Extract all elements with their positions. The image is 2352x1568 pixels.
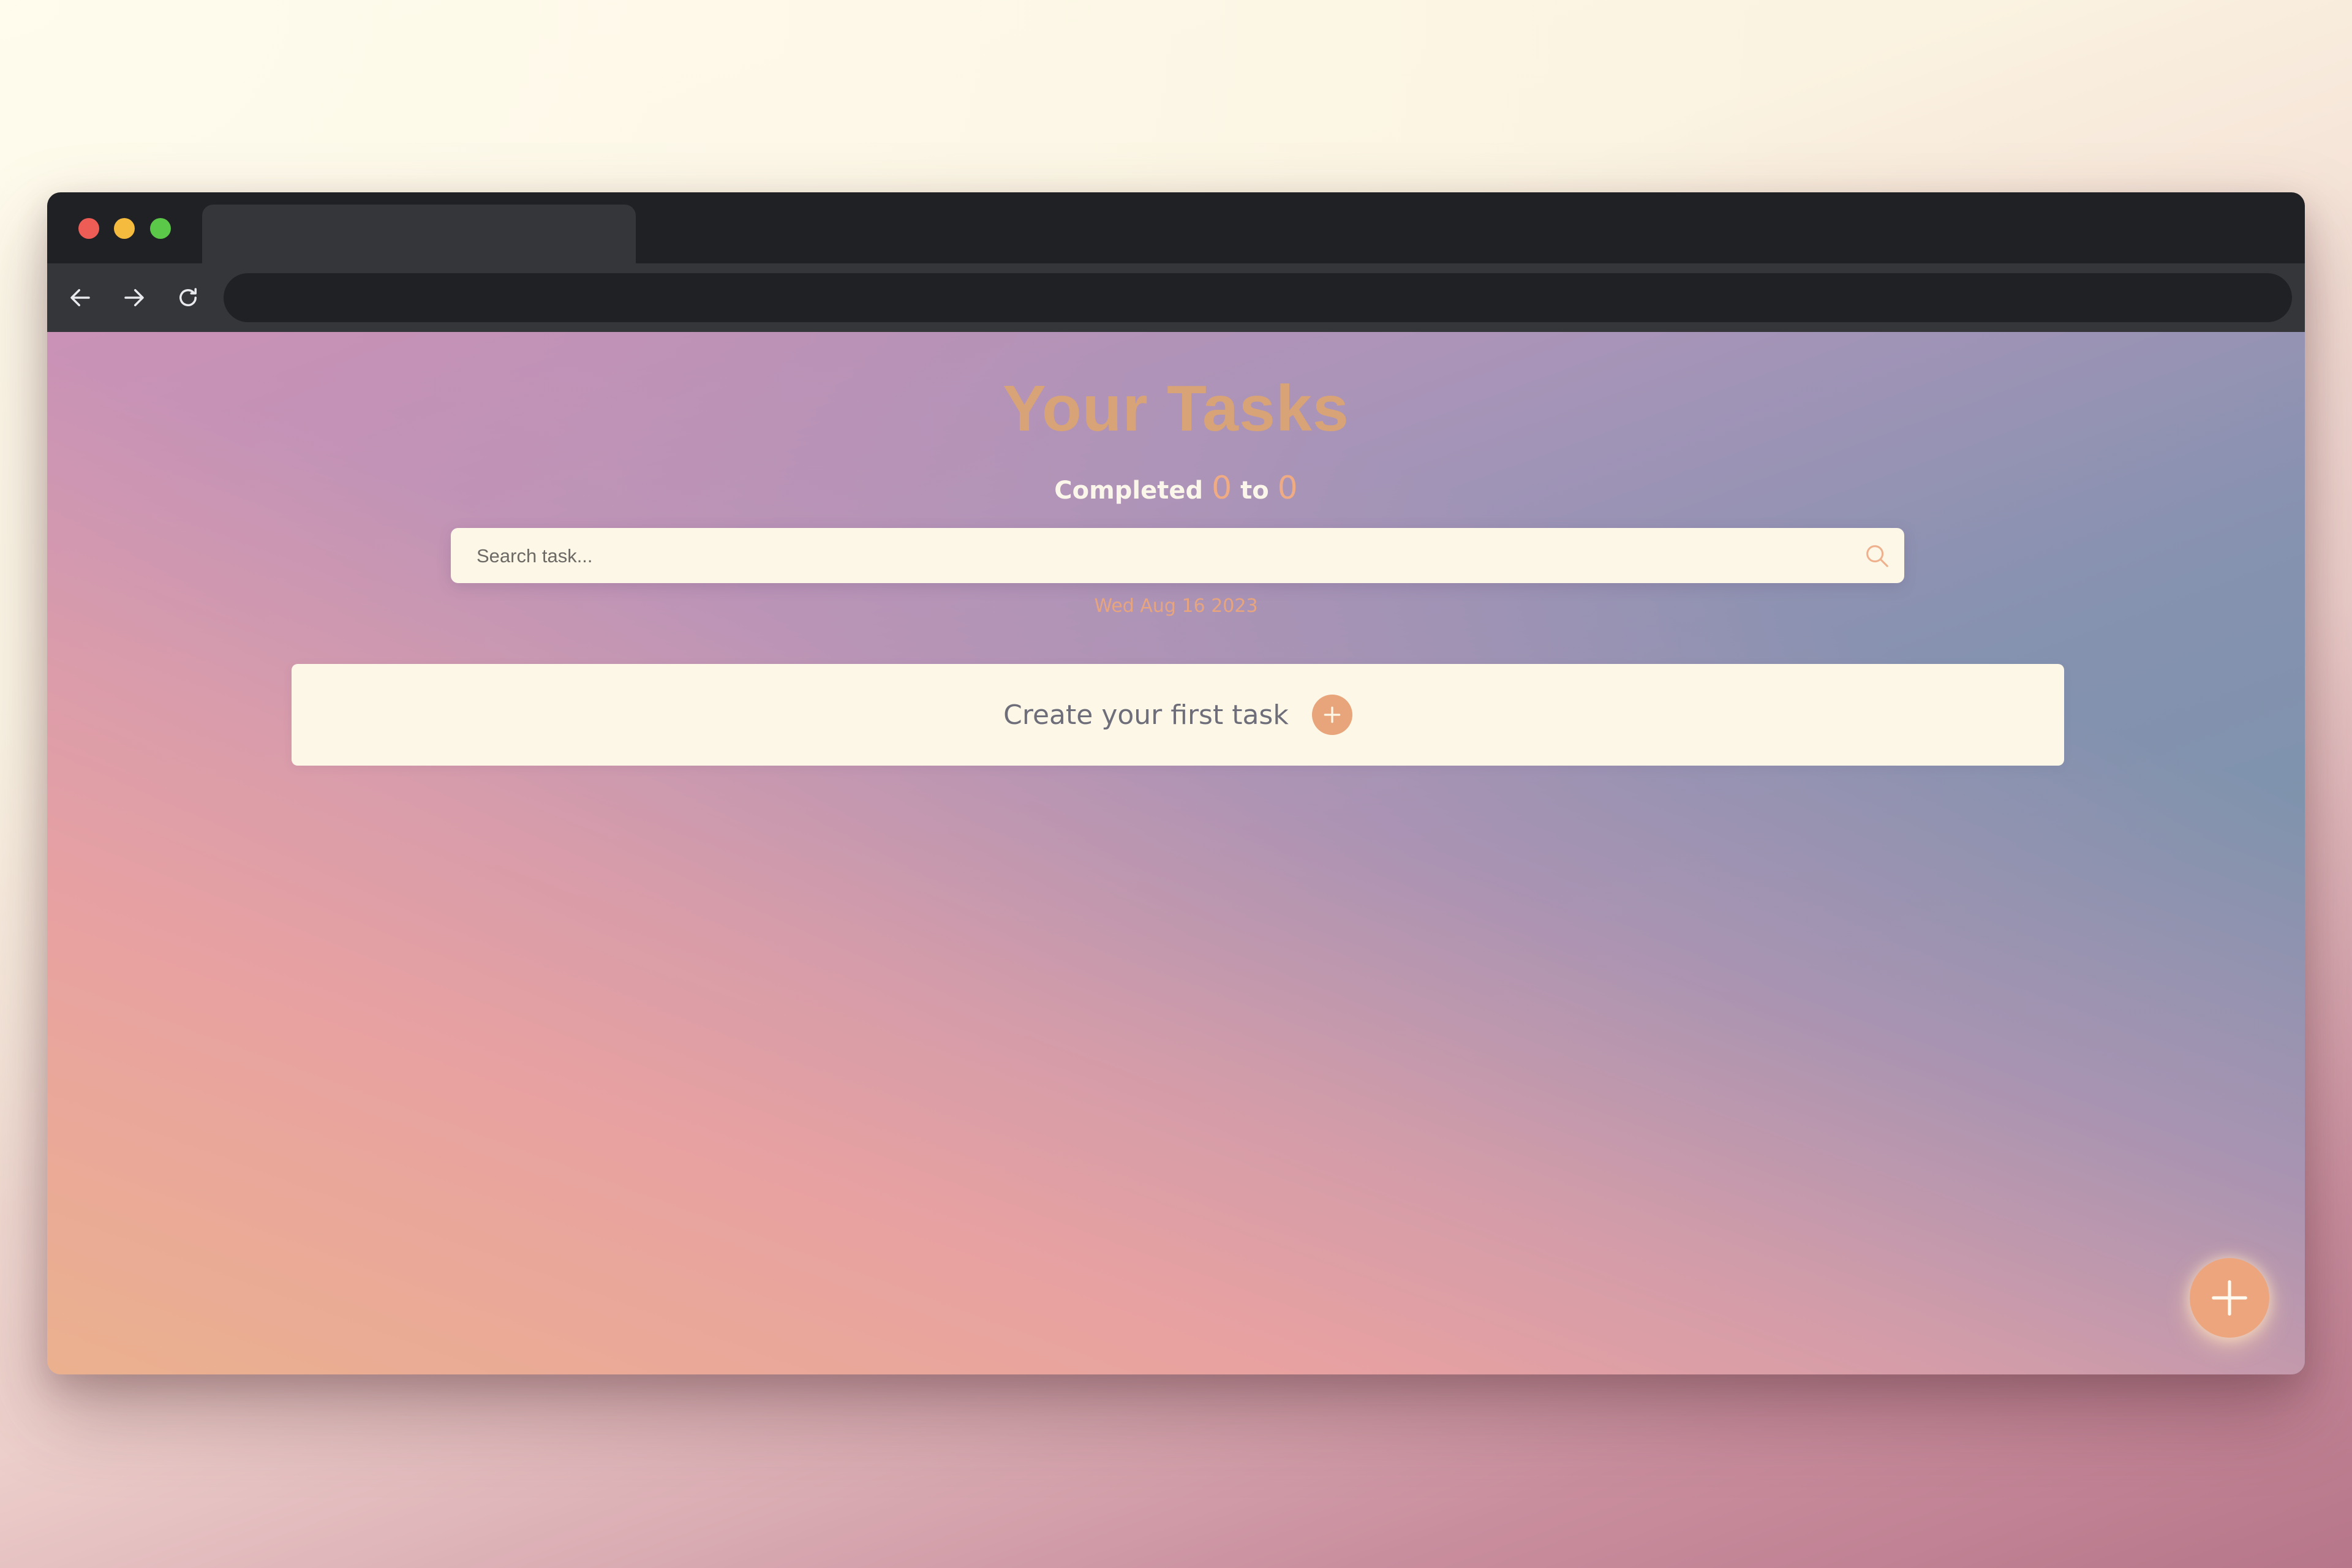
back-button[interactable] <box>62 279 99 316</box>
create-first-task-card[interactable]: Create your first task <box>292 664 2064 766</box>
arrow-right-icon <box>124 289 144 306</box>
close-window-button[interactable] <box>78 218 99 239</box>
floating-add-button[interactable] <box>2190 1258 2269 1338</box>
plus-icon <box>1324 706 1341 723</box>
to-label: to <box>1240 477 1269 505</box>
current-date: Wed Aug 16 2023 <box>1094 595 1258 617</box>
browser-titlebar <box>47 192 2305 263</box>
browser-window: Your Tasks Completed 0 to 0 Wed Aug 16 2… <box>47 192 2305 1374</box>
page-viewport: Your Tasks Completed 0 to 0 Wed Aug 16 2… <box>47 332 2305 1374</box>
reload-button[interactable] <box>170 279 206 316</box>
completed-label: Completed <box>1054 477 1204 505</box>
add-task-button[interactable] <box>1311 695 1352 735</box>
create-first-task-label: Create your first task <box>1003 699 1289 731</box>
browser-tab[interactable] <box>202 205 636 263</box>
minimize-window-button[interactable] <box>114 218 135 239</box>
reload-icon <box>179 288 197 306</box>
search-input[interactable] <box>475 528 1844 584</box>
search-icon[interactable] <box>1863 541 1891 570</box>
address-bar[interactable] <box>224 273 2292 322</box>
maximize-window-button[interactable] <box>150 218 171 239</box>
forward-button[interactable] <box>116 279 153 316</box>
search-bar <box>451 528 1904 584</box>
total-count: 0 <box>1277 470 1298 507</box>
page-title: Your Tasks <box>1003 372 1349 445</box>
plus-icon <box>2212 1280 2247 1316</box>
browser-toolbar <box>47 263 2305 332</box>
arrow-left-icon <box>70 289 90 306</box>
completion-summary: Completed 0 to 0 <box>47 470 2305 507</box>
completed-count: 0 <box>1212 470 1232 507</box>
